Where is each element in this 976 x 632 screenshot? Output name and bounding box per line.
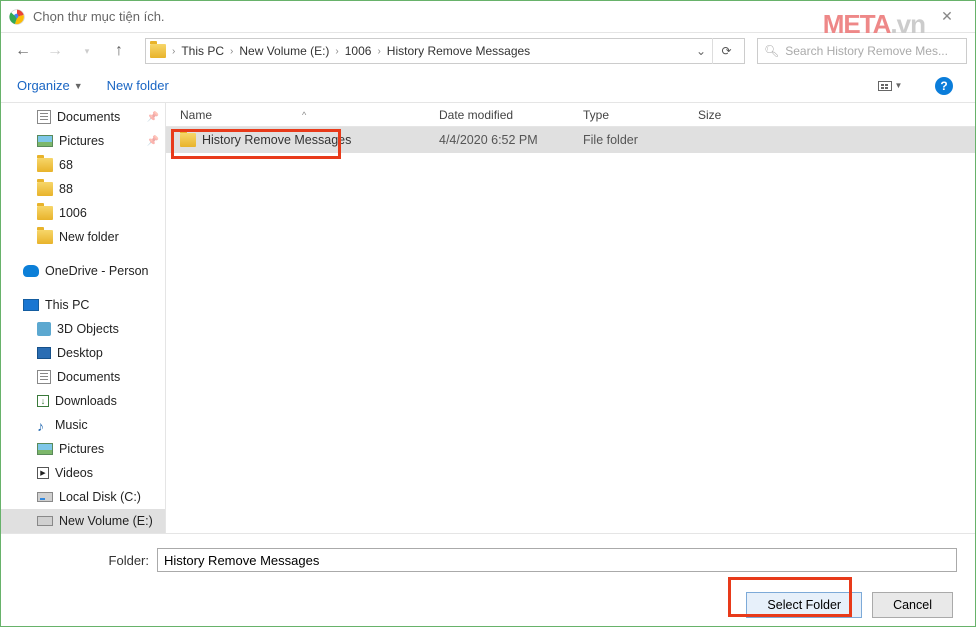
3d-objects-icon [37,322,51,336]
sidebar-item-pictures[interactable]: Pictures📌 [1,129,165,153]
select-folder-button[interactable]: Select Folder [746,592,862,618]
pc-icon [23,299,39,311]
sidebar-item-videos[interactable]: ▶Videos [1,461,165,485]
watermark: META.vn [823,9,925,40]
breadcrumb-item[interactable]: New Volume (E:) [235,42,333,60]
pin-icon: 📌 [147,112,159,123]
column-name[interactable]: Name^ [166,108,431,122]
chevron-down-icon: ▼ [74,81,83,91]
breadcrumb[interactable]: › This PC › New Volume (E:) › 1006 › His… [145,38,745,64]
new-folder-button[interactable]: New folder [107,78,169,93]
music-icon: ♪ [37,418,49,432]
file-date: 4/4/2020 6:52 PM [431,133,575,147]
folder-icon [37,158,53,172]
up-button[interactable]: ↑ [105,37,133,65]
file-type: File folder [575,133,690,147]
sidebar-item-1006[interactable]: 1006 [1,201,165,225]
sidebar-item-downloads[interactable]: ↓Downloads [1,389,165,413]
disk-icon [37,492,53,502]
file-name: History Remove Messages [202,133,351,147]
close-button[interactable]: ✕ [927,3,967,31]
folder-icon [37,182,53,196]
view-icon [878,81,892,91]
breadcrumb-item[interactable]: 1006 [341,42,376,60]
documents-icon [37,370,51,384]
organize-button[interactable]: Organize▼ [17,78,83,93]
folder-input-label: Folder: [19,553,149,568]
help-button[interactable]: ? [929,74,959,98]
breadcrumb-item[interactable]: History Remove Messages [383,42,534,60]
sidebar-item-newvolume-e[interactable]: New Volume (E:) [1,509,165,533]
refresh-button[interactable]: ⟳ [712,38,740,64]
sort-indicator-icon: ^ [302,110,306,120]
sidebar-item-localdisk-c[interactable]: Local Disk (C:) [1,485,165,509]
folder-icon [150,44,166,58]
pictures-icon [37,443,53,455]
sidebar-item-newfolder[interactable]: New folder [1,225,165,249]
help-icon: ? [935,77,953,95]
sidebar-item-documents[interactable]: Documents📌 [1,105,165,129]
folder-input[interactable] [157,548,957,572]
dialog-footer: Folder: Select Folder Cancel [1,533,975,632]
onedrive-icon [23,265,39,277]
chevron-right-icon: › [375,46,382,57]
back-button[interactable]: ← [9,37,37,65]
sidebar-item-thispc[interactable]: This PC [1,293,165,317]
main-area: Documents📌 Pictures📌 68 88 1006 New fold… [1,103,975,533]
disk-icon [37,516,53,526]
folder-icon [180,133,196,147]
breadcrumb-dropdown[interactable]: ⌄ [690,44,712,58]
pin-icon: 📌 [147,136,159,147]
sidebar-item-pictures2[interactable]: Pictures [1,437,165,461]
file-list: Name^ Date modified Type Size History Re… [166,103,975,533]
sidebar-item-68[interactable]: 68 [1,153,165,177]
chevron-right-icon: › [333,46,340,57]
file-row[interactable]: History Remove Messages 4/4/2020 6:52 PM… [166,127,975,153]
window-title: Chọn thư mục tiện ích. [33,9,927,24]
sidebar-item-3dobjects[interactable]: 3D Objects [1,317,165,341]
chrome-icon [9,9,25,25]
cancel-button[interactable]: Cancel [872,592,953,618]
toolbar: Organize▼ New folder ▼ ? [1,69,975,103]
folder-icon [37,230,53,244]
column-type[interactable]: Type [575,108,690,122]
folder-icon [37,206,53,220]
sidebar-item-88[interactable]: 88 [1,177,165,201]
videos-icon: ▶ [37,467,49,479]
desktop-icon [37,347,51,359]
column-size[interactable]: Size [690,108,770,122]
column-date[interactable]: Date modified [431,108,575,122]
sidebar-item-onedrive[interactable]: OneDrive - Person [1,259,165,283]
pictures-icon [37,135,53,147]
search-input[interactable]: 🔍︎ Search History Remove Mes... [757,38,967,64]
forward-button[interactable]: → [41,37,69,65]
sidebar-item-music[interactable]: ♪Music [1,413,165,437]
sidebar: Documents📌 Pictures📌 68 88 1006 New fold… [1,103,166,533]
column-headers[interactable]: Name^ Date modified Type Size [166,103,975,127]
search-icon: 🔍︎ [764,44,779,58]
chevron-down-icon: ▼ [895,81,903,90]
sidebar-item-documents2[interactable]: Documents [1,365,165,389]
breadcrumb-item[interactable]: This PC [177,42,228,60]
downloads-icon: ↓ [37,395,49,407]
chevron-right-icon: › [170,46,177,57]
recent-dropdown[interactable]: ▾ [73,37,101,65]
sidebar-item-desktop[interactable]: Desktop [1,341,165,365]
view-options-button[interactable]: ▼ [875,74,905,98]
chevron-right-icon: › [228,46,235,57]
documents-icon [37,110,51,124]
